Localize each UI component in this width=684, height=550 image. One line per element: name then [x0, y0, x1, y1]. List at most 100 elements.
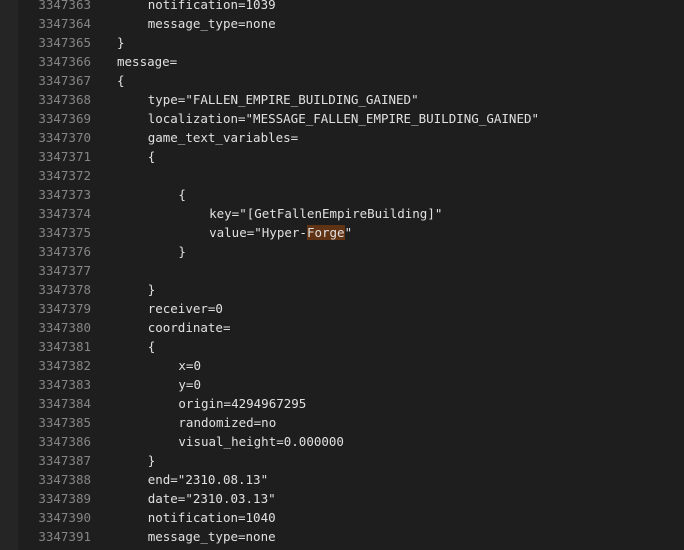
code-text[interactable]: message_type=none	[148, 14, 276, 33]
code-editor[interactable]: 3347363 notification=1039 3347364 message_t…	[0, 0, 684, 550]
code-lines: 3347363 notification=1039 3347364 message_t…	[18, 0, 684, 546]
line-number: 3347375	[38, 225, 91, 240]
code-line[interactable]: 3347383 y=0	[18, 375, 684, 394]
code-token: {	[178, 187, 186, 202]
code-line[interactable]: 3347375 value="Hyper-Forge"	[18, 223, 684, 242]
code-text[interactable]: visual_height=0.000000	[178, 432, 344, 451]
line-number: 3347372	[38, 168, 91, 183]
line-number: 3347371	[38, 149, 91, 164]
code-text[interactable]: type="FALLEN_EMPIRE_BUILDING_GAINED"	[148, 90, 419, 109]
code-token: {	[147, 339, 156, 354]
code-line[interactable]: 3347368 type="FALLEN_EMPIRE_BUILDING_GAIN…	[18, 90, 684, 109]
code-line[interactable]: 3347380 coordinate=	[18, 318, 684, 337]
code-text[interactable]: {	[148, 147, 156, 166]
code-text[interactable]: y=0	[178, 375, 201, 394]
code-token: message_type=none	[147, 16, 276, 31]
code-text[interactable]: {	[178, 185, 186, 204]
code-text[interactable]: }	[148, 451, 156, 470]
editor-gutter-strip	[0, 0, 18, 550]
code-text[interactable]: }	[148, 280, 156, 299]
code-token: value="Hyper-	[209, 225, 307, 240]
line-number: 3347369	[38, 111, 91, 126]
code-line[interactable]: 3347381 {	[18, 337, 684, 356]
code-token: message=	[117, 54, 178, 69]
code-line[interactable]: 3347389 date="2310.03.13"	[18, 489, 684, 508]
line-number: 3347376	[38, 244, 91, 259]
code-line[interactable]: 3347366 message=	[18, 52, 684, 71]
code-text[interactable]: {	[148, 337, 156, 356]
line-number: 3347386	[38, 434, 91, 449]
code-text[interactable]: coordinate=	[148, 318, 231, 337]
line-number: 3347378	[38, 282, 91, 297]
code-text[interactable]: value="Hyper-Forge"	[209, 223, 352, 242]
code-line[interactable]: 3347379 receiver=0	[18, 299, 684, 318]
code-token: notification=1039	[147, 0, 276, 12]
code-text[interactable]: }	[178, 242, 186, 261]
code-text[interactable]: message=	[117, 52, 177, 71]
code-line[interactable]: 3347378}	[18, 280, 684, 299]
line-number: 3347364	[38, 16, 91, 31]
code-line[interactable]: 3347388 end="2310.08.13"	[18, 470, 684, 489]
code-line[interactable]: 3347376}	[18, 242, 684, 261]
code-line[interactable]: 3347390 notification=1040	[18, 508, 684, 527]
code-text[interactable]: key="[GetFallenEmpireBuilding]"	[209, 204, 442, 223]
line-number: 3347368	[38, 92, 91, 107]
code-token: {	[117, 73, 125, 88]
line-number: 3347379	[38, 301, 91, 316]
line-number: 3347388	[38, 472, 91, 487]
code-token: date="2310.03.13"	[147, 491, 276, 506]
line-number: 3347390	[38, 510, 91, 525]
code-token: {	[147, 149, 156, 164]
code-text[interactable]: receiver=0	[148, 299, 223, 318]
code-token: y=0	[178, 377, 201, 392]
code-token: randomized=no	[178, 415, 277, 430]
code-text[interactable]: notification=1040	[148, 508, 276, 527]
line-number: 3347365	[38, 35, 91, 50]
code-text[interactable]: notification=1039	[148, 0, 276, 14]
code-line[interactable]: 3347384 origin=4294967295	[18, 394, 684, 413]
code-text[interactable]: game_text_variables=	[148, 128, 299, 147]
code-token: game_text_variables=	[147, 130, 299, 145]
line-number: 3347363	[38, 0, 91, 12]
code-text[interactable]: message_type=none	[148, 527, 276, 546]
code-line[interactable]: 3347363 notification=1039	[18, 0, 684, 14]
code-token: }	[178, 244, 186, 259]
code-text[interactable]: }	[117, 33, 125, 52]
code-token: end="2310.08.13"	[147, 472, 269, 487]
code-line[interactable]: 3347364 message_type=none	[18, 14, 684, 33]
code-line[interactable]: 3347374 key="[GetFallenEmpireBuilding]"	[18, 204, 684, 223]
code-line[interactable]: 3347365}	[18, 33, 684, 52]
code-line[interactable]: 3347385 randomized=no	[18, 413, 684, 432]
line-number: 3347366	[38, 54, 91, 69]
code-line[interactable]: 3347391 message_type=none	[18, 527, 684, 546]
code-line[interactable]: 3347369 localization="MESSAGE_FALLEN_EMPI…	[18, 109, 684, 128]
code-line[interactable]: 3347367 {	[18, 71, 684, 90]
code-line[interactable]: 3347370 game_text_variables=	[18, 128, 684, 147]
code-line[interactable]: 3347372	[18, 166, 684, 185]
code-token: coordinate=	[147, 320, 231, 335]
code-line[interactable]: 3347373 {	[18, 185, 684, 204]
code-text[interactable]: randomized=no	[178, 413, 276, 432]
line-number: 3347387	[38, 453, 91, 468]
code-token: type="FALLEN_EMPIRE_BUILDING_GAINED"	[147, 92, 419, 107]
code-token: visual_height=0.000000	[178, 434, 344, 449]
code-text[interactable]: origin=4294967295	[178, 394, 306, 413]
code-line[interactable]: 3347371 {	[18, 147, 684, 166]
code-token: }	[117, 35, 125, 50]
line-number: 3347383	[38, 377, 91, 392]
code-text[interactable]: localization="MESSAGE_FALLEN_EMPIRE_BUIL…	[148, 109, 539, 128]
code-line[interactable]: 3347377	[18, 261, 684, 280]
code-line[interactable]: 3347386 visual_height=0.000000	[18, 432, 684, 451]
code-text[interactable]: {	[117, 71, 125, 90]
line-number: 3347381	[38, 339, 91, 354]
line-number: 3347373	[38, 187, 91, 202]
line-number: 3347389	[38, 491, 91, 506]
line-number: 3347374	[38, 206, 91, 221]
code-text[interactable]: date="2310.03.13"	[148, 489, 276, 508]
code-text[interactable]: x=0	[178, 356, 201, 375]
code-token: notification=1040	[147, 510, 276, 525]
line-number: 3347382	[38, 358, 91, 373]
code-line[interactable]: 3347382 x=0	[18, 356, 684, 375]
code-line[interactable]: 3347387}	[18, 451, 684, 470]
code-text[interactable]: end="2310.08.13"	[148, 470, 268, 489]
